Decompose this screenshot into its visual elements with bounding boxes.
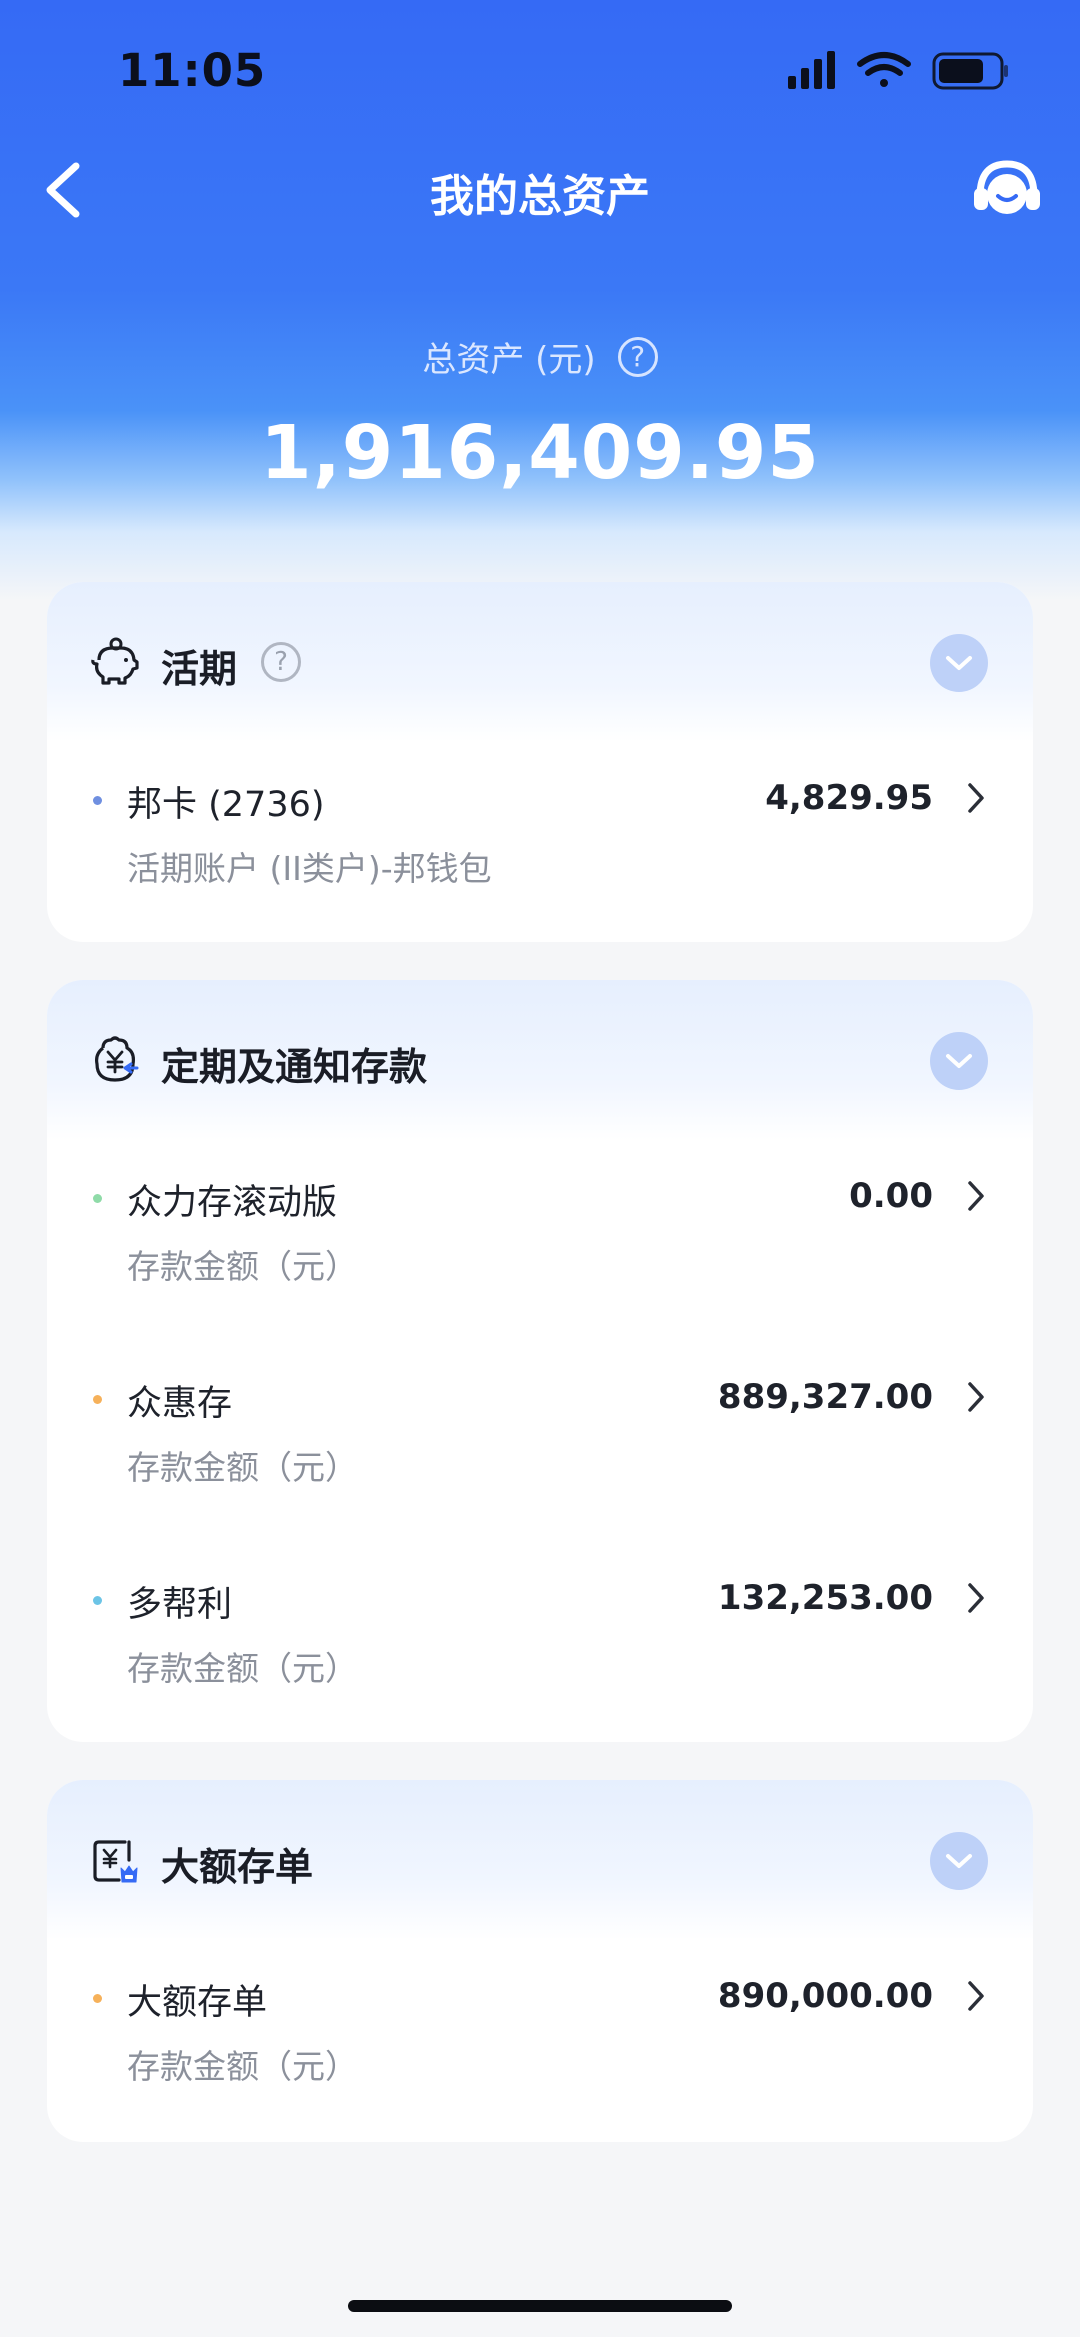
- chevron-down-icon: [946, 656, 972, 670]
- item-name: 众惠存: [127, 1384, 233, 1424]
- page-title: 我的总资产: [430, 171, 650, 222]
- card-title: 活期: [161, 647, 238, 691]
- certificate-icon: [93, 1840, 138, 1883]
- total-assets-label: 总资产 (元) ?: [0, 332, 1080, 381]
- total-assets-label-text: 总资产 (元): [422, 340, 596, 380]
- piggy-bank-icon: [91, 637, 139, 685]
- card-title: 定期及通知存款: [161, 1045, 428, 1089]
- fixed-deposit-card: 定期及通知存款 众力存滚动版 存款金额（元） 0.00 众惠存 存款金额（元） …: [47, 980, 1033, 1742]
- home-indicator: [348, 2300, 732, 2312]
- card-header: 大额存单: [47, 1780, 1033, 1940]
- wifi-icon: [857, 52, 911, 87]
- list-item[interactable]: 众惠存 存款金额（元） 889,327.00: [47, 1369, 1033, 1499]
- item-name: 邦卡 (2736): [127, 785, 325, 825]
- list-item[interactable]: 多帮利 存款金额（元） 132,253.00: [47, 1570, 1033, 1700]
- item-name: 大额存单: [127, 1983, 268, 2023]
- item-name: 多帮利: [127, 1585, 233, 1625]
- item-dot: [93, 1395, 102, 1404]
- list-item[interactable]: 大额存单 存款金额（元） 890,000.00: [47, 1968, 1033, 2098]
- chevron-right-icon: [968, 783, 984, 813]
- item-subtitle: 存款金额（元）: [127, 1649, 358, 1688]
- signal-icon: [788, 51, 835, 89]
- item-amount: 4,829.95: [765, 778, 933, 818]
- customer-service-icon[interactable]: [972, 158, 1042, 224]
- item-dot: [93, 1994, 102, 2003]
- collapse-button[interactable]: [930, 1832, 988, 1890]
- help-icon[interactable]: ?: [261, 642, 301, 682]
- demand-deposit-card: 活期 ? 邦卡 (2736) 活期账户 (II类户)-邦钱包 4,829.95: [47, 582, 1033, 942]
- battery-icon: [932, 52, 1008, 90]
- item-dot: [93, 796, 102, 805]
- item-amount: 0.00: [849, 1176, 933, 1216]
- item-subtitle: 存款金额（元）: [127, 2047, 358, 2086]
- list-item[interactable]: 众力存滚动版 存款金额（元） 0.00: [47, 1168, 1033, 1298]
- chevron-right-icon: [968, 1181, 984, 1211]
- collapse-button[interactable]: [930, 1032, 988, 1090]
- item-subtitle: 活期账户 (II类户)-邦钱包: [127, 849, 492, 888]
- item-amount: 132,253.00: [717, 1578, 933, 1618]
- list-item[interactable]: 邦卡 (2736) 活期账户 (II类户)-邦钱包 4,829.95: [47, 770, 1033, 900]
- chevron-right-icon: [968, 1382, 984, 1412]
- item-subtitle: 存款金额（元）: [127, 1247, 358, 1286]
- chevron-down-icon: [946, 1854, 972, 1868]
- chevron-right-icon: [968, 1981, 984, 2011]
- help-icon[interactable]: ?: [617, 336, 658, 377]
- item-dot: [93, 1194, 102, 1203]
- item-amount: 889,327.00: [717, 1377, 933, 1417]
- status-time: 11:05: [118, 44, 267, 97]
- item-dot: [93, 1596, 102, 1605]
- item-name: 众力存滚动版: [127, 1183, 338, 1223]
- card-header: 定期及通知存款: [47, 980, 1033, 1140]
- card-header: 活期 ?: [47, 582, 1033, 742]
- collapse-button[interactable]: [930, 634, 988, 692]
- chevron-right-icon: [968, 1583, 984, 1613]
- chevron-down-icon: [946, 1054, 972, 1068]
- item-amount: 890,000.00: [717, 1976, 933, 2016]
- deposit-yen-icon: [95, 1036, 139, 1082]
- card-title: 大额存单: [161, 1845, 314, 1889]
- total-assets-value: 1,916,409.95: [260, 410, 820, 496]
- large-cd-card: 大额存单 大额存单 存款金额（元） 890,000.00: [47, 1780, 1033, 2142]
- item-subtitle: 存款金额（元）: [127, 1448, 358, 1487]
- status-icons: [788, 51, 1008, 90]
